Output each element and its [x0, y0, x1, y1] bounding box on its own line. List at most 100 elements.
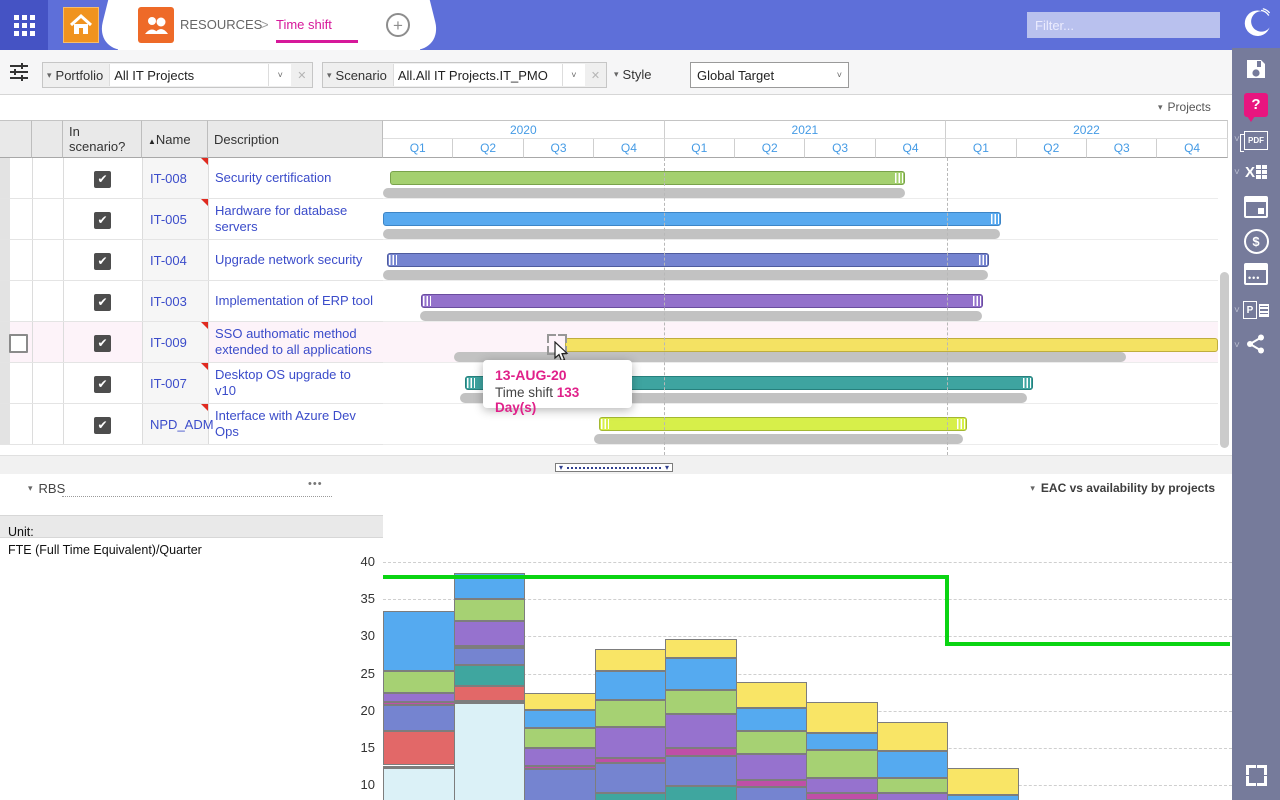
scenario-dropdown-chevron[interactable]: ˅ [562, 64, 585, 86]
row-drag-strip [0, 240, 10, 280]
bar-end-cap [973, 296, 981, 306]
project-id[interactable]: IT-007 [150, 376, 187, 392]
style-select[interactable]: Global Target˅ [690, 62, 849, 88]
header-name[interactable]: ▲Name [142, 120, 208, 158]
project-id[interactable]: IT-009 [150, 335, 187, 351]
project-description[interactable]: Interface with Azure Dev Ops [215, 404, 375, 444]
portfolio-clear-icon[interactable]: ✕ [291, 69, 312, 82]
timeline-quarter[interactable]: Q2 [735, 139, 805, 158]
planisware-logo-button[interactable] [1232, 0, 1280, 48]
timeline-quarter[interactable]: Q3 [805, 139, 875, 158]
red-flag-icon [201, 363, 208, 370]
bar-end-cap [957, 419, 965, 429]
chart-bar-segment [383, 702, 455, 704]
project-description[interactable]: SSO authomatic method extended to all ap… [215, 322, 375, 362]
save-button[interactable] [1232, 56, 1280, 82]
scenario-clear-icon[interactable]: ✕ [585, 69, 606, 82]
excel-icon: X [1245, 164, 1255, 181]
in-scenario-checkbox[interactable]: ✔ [94, 417, 111, 434]
portfolio-dropdown-chevron[interactable]: ˅ [268, 64, 291, 86]
project-id[interactable]: NPD_ADM [150, 417, 214, 433]
in-scenario-checkbox[interactable]: ✔ [94, 335, 111, 352]
gantt-bar-IT-009[interactable] [565, 338, 1218, 352]
pdf-export-button[interactable]: PDF [1232, 128, 1280, 152]
app-launcher-button[interactable] [0, 0, 48, 50]
portfolio-selector[interactable]: ▾Portfolio All IT Projects ˅ ✕ [42, 62, 313, 88]
table-row[interactable]: ✔ IT-005 Hardware for database servers [0, 199, 383, 240]
timeline-quarter[interactable]: Q1 [665, 139, 735, 158]
breadcrumb-module[interactable]: RESOURCES [180, 17, 262, 32]
portfolio-value[interactable]: All IT Projects [109, 64, 268, 86]
chart-bar-segment [524, 769, 596, 800]
fullscreen-button[interactable] [1246, 765, 1267, 786]
table-row[interactable]: ✔ IT-004 Upgrade network security [0, 240, 383, 281]
share-button[interactable] [1232, 332, 1280, 356]
chart-bar-segment [806, 733, 878, 750]
in-scenario-checkbox[interactable]: ✔ [94, 253, 111, 270]
dollar-icon: $ [1244, 229, 1269, 254]
in-scenario-checkbox[interactable]: ✔ [94, 376, 111, 393]
gantt-bar-IT-008[interactable] [390, 171, 905, 185]
project-id[interactable]: IT-005 [150, 212, 187, 228]
table-row[interactable]: ✔ NPD_ADMInterface with Azure Dev Ops [0, 404, 383, 445]
table-row[interactable]: ✔ IT-003 Implementation of ERP tool [0, 281, 383, 322]
chart-bar-segment [383, 766, 455, 768]
gantt-bar-IT-005[interactable] [383, 212, 1001, 226]
timeline-quarter[interactable]: Q4 [1157, 139, 1227, 158]
chart-bar-segment [877, 793, 949, 800]
project-description[interactable]: Hardware for database servers [215, 199, 375, 239]
scenario-selector[interactable]: ▾Scenario All.All IT Projects.IT_PMO ˅ ✕ [322, 62, 607, 88]
in-scenario-checkbox[interactable]: ✔ [94, 212, 111, 229]
in-scenario-checkbox[interactable]: ✔ [94, 171, 111, 188]
row-select-checkbox[interactable] [9, 334, 28, 353]
timeline-quarter[interactable]: Q4 [876, 139, 946, 158]
active-module-tab[interactable]: RESOURCES > Time shift + [118, 0, 420, 50]
timeline-quarter[interactable]: Q3 [524, 139, 594, 158]
timeline-quarter[interactable]: Q3 [1087, 139, 1157, 158]
timeline-quarter[interactable]: Q2 [453, 139, 523, 158]
project-id[interactable]: IT-004 [150, 253, 187, 269]
timeline-quarter[interactable]: Q2 [1017, 139, 1087, 158]
bar-end-cap [895, 173, 903, 183]
rbs-more-icon[interactable]: ••• [308, 478, 323, 490]
schedule-button[interactable]: ••• [1232, 262, 1280, 286]
gantt-bar-IT-004[interactable] [387, 253, 989, 267]
header-description[interactable]: Description [208, 120, 383, 158]
rbs-label: RBS [39, 481, 66, 496]
home-button[interactable] [63, 7, 99, 43]
splitter-handle[interactable]: ▾ ▾ [555, 463, 673, 472]
top-nav-bar: RESOURCES > Time shift + [0, 0, 1280, 50]
timeline-quarter[interactable]: Q1 [946, 139, 1016, 158]
timeline-quarter[interactable]: Q4 [594, 139, 664, 158]
add-tab-button[interactable]: + [386, 13, 410, 37]
scenario-value[interactable]: All.All IT Projects.IT_PMO [393, 64, 562, 86]
table-row[interactable]: ✔ IT-008 Security certification [0, 158, 383, 199]
excel-export-button[interactable]: X [1232, 160, 1280, 184]
project-description[interactable]: Upgrade network security [215, 240, 375, 280]
in-scenario-checkbox[interactable]: ✔ [94, 294, 111, 311]
filter-settings-icon[interactable] [10, 64, 30, 80]
project-description[interactable]: Security certification [215, 158, 375, 198]
gantt-vertical-scrollbar[interactable] [1220, 272, 1229, 448]
gantt-bar-NPD_ADM[interactable] [599, 417, 967, 431]
eac-section-toggle[interactable]: ▾EAC vs availability by projects [1030, 481, 1215, 495]
calendar-icon [1244, 196, 1268, 218]
help-button[interactable]: ? [1232, 92, 1280, 118]
tab-time-shift[interactable]: Time shift [276, 17, 332, 32]
ppt-export-button[interactable]: P [1232, 298, 1280, 322]
table-row[interactable]: ✔ IT-009 SSO authomatic method extended to… [0, 322, 383, 363]
header-in-scenario[interactable]: In scenario? [63, 120, 142, 158]
gridline [383, 562, 1232, 563]
projects-section-toggle[interactable]: ▾Projects [1158, 100, 1211, 114]
rbs-toggle[interactable]: ▾RBS [28, 481, 65, 496]
project-id[interactable]: IT-008 [150, 171, 187, 187]
project-id[interactable]: IT-003 [150, 294, 187, 310]
table-row[interactable]: ✔ IT-007 Desktop OS upgrade to v10 [0, 363, 383, 404]
project-description[interactable]: Implementation of ERP tool [215, 281, 375, 321]
filter-input[interactable] [1027, 12, 1220, 38]
calendar-view-button[interactable] [1232, 195, 1280, 219]
cost-button[interactable]: $ [1232, 229, 1280, 253]
gantt-bar-IT-003[interactable] [421, 294, 983, 308]
timeline-quarter[interactable]: Q1 [383, 139, 453, 158]
project-description[interactable]: Desktop OS upgrade to v10 [215, 363, 375, 403]
